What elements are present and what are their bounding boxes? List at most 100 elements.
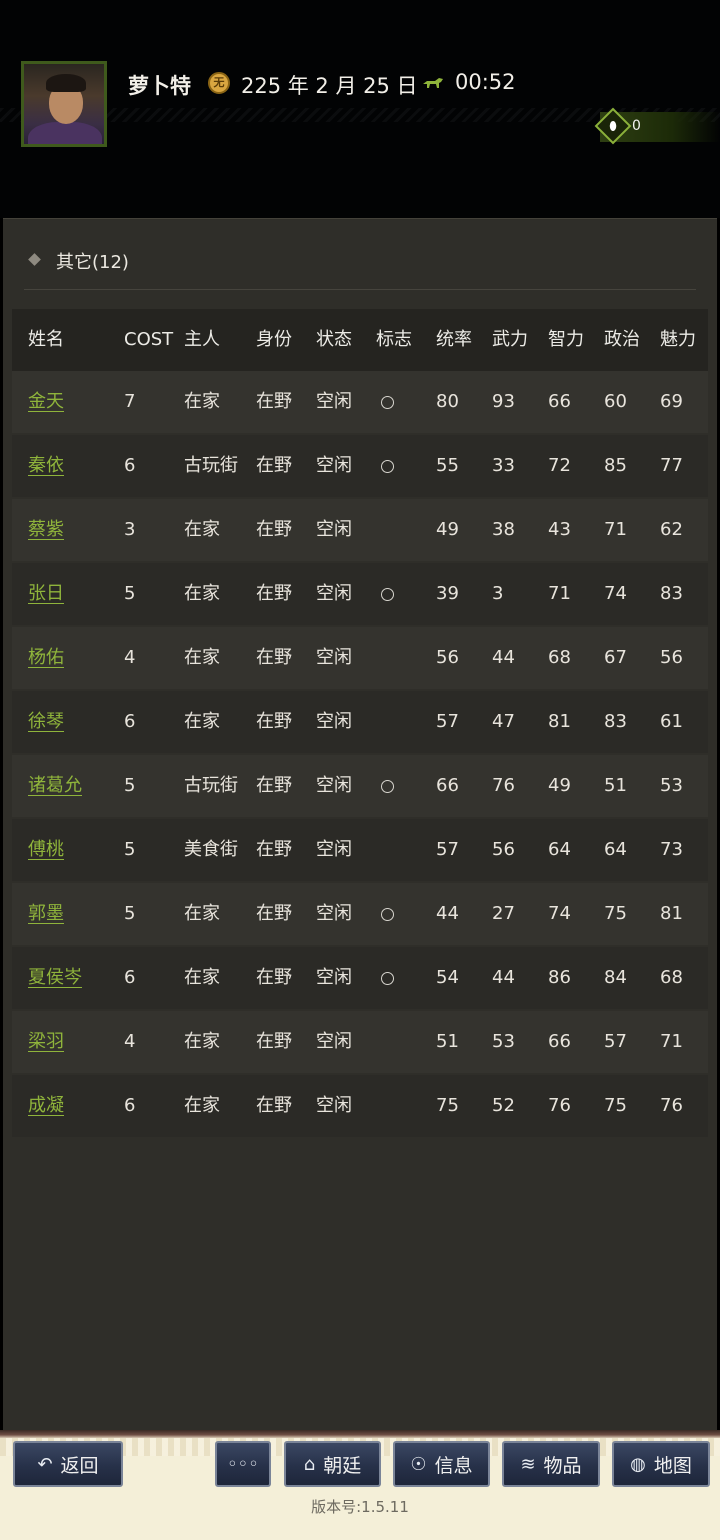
table-row[interactable]: 秦依 6 古玩街 在野 空闲 55 33 72 85 77 [12, 435, 708, 497]
column-header[interactable]: 武力 [492, 309, 528, 371]
s1-cell: 66 [436, 775, 459, 796]
nav-button[interactable]: ≋ 物品 [502, 1441, 600, 1487]
identity-cell: 在野 [256, 839, 292, 860]
nav-button-label: 返回 [60, 1454, 99, 1477]
s5-cell: 61 [660, 711, 683, 732]
column-header[interactable]: COST [124, 309, 173, 371]
s4-cell: 64 [604, 839, 627, 860]
s2-cell: 76 [492, 775, 515, 796]
nav-button[interactable]: ◍ 地图 [612, 1441, 710, 1487]
character-name-link[interactable]: 徐琴 [28, 711, 64, 732]
cost-cell: 5 [124, 775, 136, 796]
master-cell: 在家 [184, 519, 220, 540]
s5-cell: 71 [660, 1031, 683, 1052]
more-icon: ◦◦◦ [227, 1453, 259, 1475]
column-header[interactable]: 标志 [376, 309, 412, 371]
s4-cell: 83 [604, 711, 627, 732]
column-header[interactable]: 政治 [604, 309, 640, 371]
player-avatar[interactable] [21, 61, 107, 147]
resource-count: 0 [632, 118, 641, 134]
state-cell: 空闲 [316, 519, 352, 540]
section-title: 其它(12) [56, 252, 129, 273]
s2-cell: 53 [492, 1031, 515, 1052]
s5-cell: 53 [660, 775, 683, 796]
character-name-cell: 张日 [28, 563, 64, 625]
flag-circle-icon [381, 395, 394, 409]
table-row[interactable]: 徐琴 6 在家 在野 空闲 57 47 81 83 61 [12, 691, 708, 753]
state-cell: 空闲 [316, 455, 352, 476]
state-cell: 空闲 [316, 647, 352, 668]
s4-cell: 75 [604, 1095, 627, 1116]
identity-cell: 在野 [256, 647, 292, 668]
s3-cell: 71 [548, 583, 571, 604]
nav-button-label: 朝廷 [323, 1454, 362, 1477]
character-name-cell: 郭墨 [28, 883, 64, 945]
column-header[interactable]: 魅力 [660, 309, 696, 371]
character-name-link[interactable]: 张日 [28, 583, 64, 604]
character-name-link[interactable]: 梁羽 [28, 1031, 64, 1052]
character-name-link[interactable]: 郭墨 [28, 903, 64, 924]
column-header[interactable]: 状态 [316, 309, 352, 371]
column-header[interactable]: 姓名 [28, 309, 64, 371]
items-icon: ≋ [520, 1453, 536, 1475]
table-row[interactable]: 张日 5 在家 在野 空闲 39 3 71 74 83 [12, 563, 708, 625]
identity-cell: 在野 [256, 455, 292, 476]
nav-button-label: 信息 [434, 1454, 473, 1477]
state-cell: 空闲 [316, 1095, 352, 1116]
character-name-cell: 徐琴 [28, 691, 64, 753]
character-name-link[interactable]: 杨佑 [28, 647, 64, 668]
identity-cell: 在野 [256, 583, 292, 604]
cost-cell: 6 [124, 711, 136, 732]
s5-cell: 73 [660, 839, 683, 860]
table-row[interactable]: 夏侯岑 6 在家 在野 空闲 54 44 86 84 68 [12, 947, 708, 1009]
cost-cell: 6 [124, 455, 136, 476]
s2-cell: 93 [492, 391, 515, 412]
s5-cell: 56 [660, 647, 683, 668]
character-name-link[interactable]: 成凝 [28, 1095, 64, 1116]
character-name-cell: 傅桃 [28, 819, 64, 881]
more-button[interactable]: ◦◦◦ [215, 1441, 271, 1487]
character-name-link[interactable]: 秦依 [28, 455, 64, 476]
s1-cell: 56 [436, 647, 459, 668]
s2-cell: 52 [492, 1095, 515, 1116]
character-name-link[interactable]: 蔡紫 [28, 519, 64, 540]
table-row[interactable]: 金天 7 在家 在野 空闲 80 93 66 60 69 [12, 371, 708, 433]
table-row[interactable]: 蔡紫 3 在家 在野 空闲 49 38 43 71 62 [12, 499, 708, 561]
s1-cell: 49 [436, 519, 459, 540]
table-row[interactable]: 成凝 6 在家 在野 空闲 75 52 76 75 76 [12, 1075, 708, 1137]
flag-circle-icon [381, 779, 394, 793]
s3-cell: 68 [548, 647, 571, 668]
s2-cell: 3 [492, 583, 504, 604]
character-name-link[interactable]: 夏侯岑 [28, 967, 82, 988]
table-row[interactable]: 梁羽 4 在家 在野 空闲 51 53 66 57 71 [12, 1011, 708, 1073]
table-row[interactable]: 杨佑 4 在家 在野 空闲 56 44 68 67 56 [12, 627, 708, 689]
flag-cell [376, 371, 394, 433]
s3-cell: 66 [548, 1031, 571, 1052]
character-name-link[interactable]: 诸葛允 [28, 775, 82, 796]
table-row[interactable]: 诸葛允 5 古玩街 在野 空闲 66 76 49 51 53 [12, 755, 708, 817]
state-cell: 空闲 [316, 967, 352, 988]
state-cell: 空闲 [316, 903, 352, 924]
s4-cell: 85 [604, 455, 627, 476]
table-row[interactable]: 傅桃 5 美食街 在野 空闲 57 56 64 64 73 [12, 819, 708, 881]
s4-cell: 84 [604, 967, 627, 988]
s5-cell: 83 [660, 583, 683, 604]
s4-cell: 57 [604, 1031, 627, 1052]
nav-button[interactable]: ☉ 信息 [393, 1441, 490, 1487]
nav-button[interactable]: ↶ 返回 [13, 1441, 123, 1487]
column-header[interactable]: 主人 [184, 309, 220, 371]
game-time: 00:52 [455, 70, 516, 94]
nav-button[interactable]: ⌂ 朝廷 [284, 1441, 381, 1487]
master-cell: 在家 [184, 903, 220, 924]
s4-cell: 51 [604, 775, 627, 796]
character-name-link[interactable]: 金天 [28, 391, 64, 412]
back-icon: ↶ [37, 1453, 53, 1475]
state-cell: 空闲 [316, 583, 352, 604]
column-header[interactable]: 身份 [256, 309, 292, 371]
column-header[interactable]: 智力 [548, 309, 584, 371]
column-header[interactable]: 统率 [436, 309, 472, 371]
table-row[interactable]: 郭墨 5 在家 在野 空闲 44 27 74 75 81 [12, 883, 708, 945]
cost-cell: 4 [124, 1031, 136, 1052]
character-name-link[interactable]: 傅桃 [28, 839, 64, 860]
cost-cell: 6 [124, 967, 136, 988]
